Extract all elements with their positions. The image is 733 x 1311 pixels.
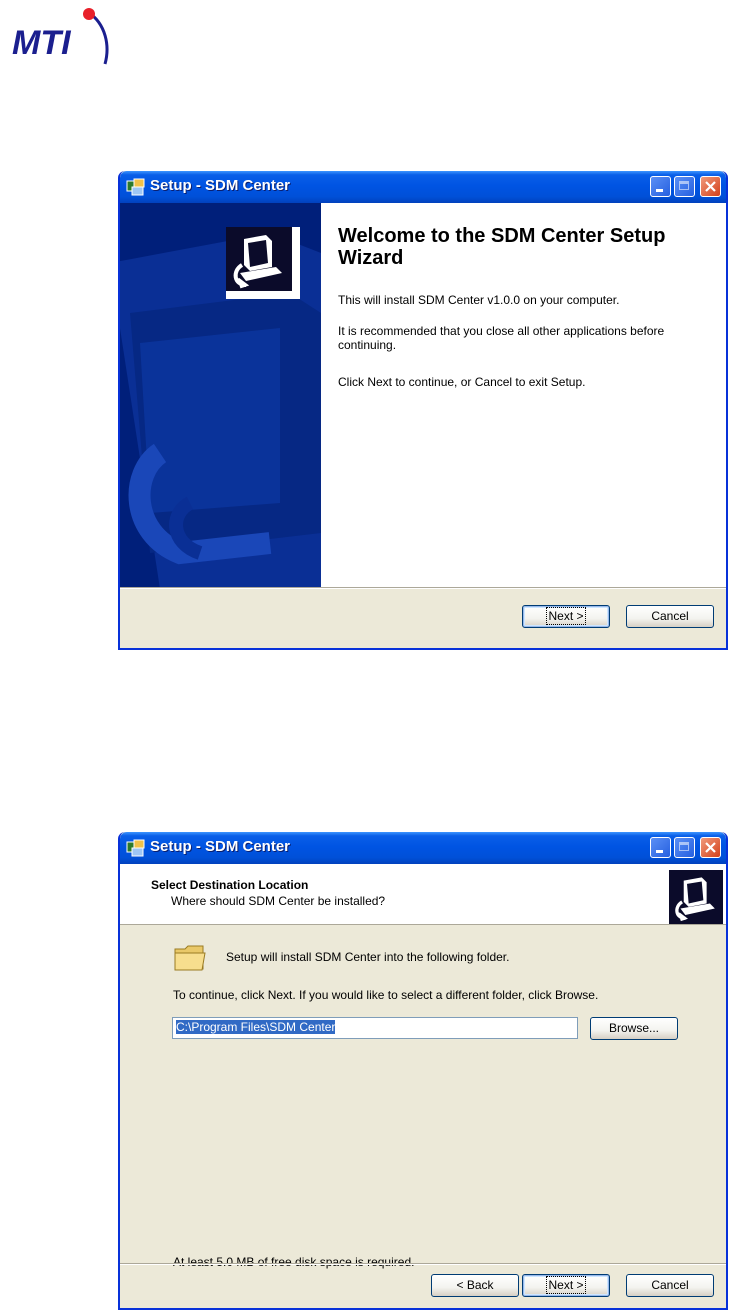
minimize-button[interactable] [650, 837, 671, 858]
close-button[interactable] [700, 837, 721, 858]
next-button[interactable]: Next > [522, 1274, 610, 1297]
minimize-icon [656, 850, 663, 853]
close-icon [705, 181, 716, 192]
title-bar[interactable]: Setup - SDM Center [120, 171, 726, 203]
page-subtitle: Where should SDM Center be installed? [171, 894, 386, 908]
cancel-button[interactable]: Cancel [626, 1274, 714, 1297]
page-title: Select Destination Location [151, 878, 309, 892]
destination-panel: Setup will install SDM Center into the f… [120, 925, 726, 1269]
install-info-text: This will install SDM Center v1.0.0 on y… [338, 293, 620, 307]
browse-instruction-text: To continue, click Next. If you would li… [173, 988, 599, 1002]
install-folder-text: Setup will install SDM Center into the f… [226, 950, 510, 964]
destination-path-value: C:\Program Files\SDM Center [176, 1020, 336, 1034]
maximize-icon [679, 181, 689, 190]
cancel-button[interactable]: Cancel [626, 605, 714, 628]
window-title: Setup - SDM Center [150, 177, 291, 194]
button-bar: Next > Cancel [120, 587, 726, 648]
close-button[interactable] [700, 176, 721, 197]
setup-window-destination: Setup - SDM Center Select Destination Lo… [118, 832, 728, 1310]
continue-instruction-text: Click Next to continue, or Cancel to exi… [338, 375, 586, 389]
wizard-side-image [120, 203, 321, 589]
folder-icon [174, 945, 206, 971]
computer-install-icon [669, 870, 723, 924]
close-apps-text: It is recommended that you close all oth… [338, 324, 665, 352]
svg-text:MTI: MTI [12, 24, 72, 62]
minimize-button[interactable] [650, 176, 671, 197]
next-button[interactable]: Next > [522, 605, 610, 628]
browse-button[interactable]: Browse... [590, 1017, 678, 1040]
welcome-panel: Welcome to the SDM Center Setup Wizard T… [321, 203, 726, 589]
title-bar[interactable]: Setup - SDM Center [120, 832, 726, 864]
mti-logo: MTI [12, 8, 109, 65]
window-title: Setup - SDM Center [150, 838, 291, 855]
computer-install-icon [226, 227, 300, 299]
maximize-button [674, 837, 695, 858]
setup-window-welcome: Setup - SDM Center Welcome to the SDM Ce… [118, 171, 728, 650]
close-icon [705, 842, 716, 853]
maximize-button [674, 176, 695, 197]
page-header: Select Destination Location Where should… [120, 864, 726, 925]
destination-path-input[interactable]: C:\Program Files\SDM Center [172, 1017, 578, 1039]
setup-app-icon [126, 178, 145, 196]
button-bar: < Back Next > Cancel [120, 1263, 726, 1308]
setup-app-icon [126, 839, 145, 857]
welcome-heading: Welcome to the SDM Center Setup Wizard [338, 225, 666, 269]
back-button[interactable]: < Back [431, 1274, 519, 1297]
minimize-icon [656, 189, 663, 192]
maximize-icon [679, 842, 689, 851]
